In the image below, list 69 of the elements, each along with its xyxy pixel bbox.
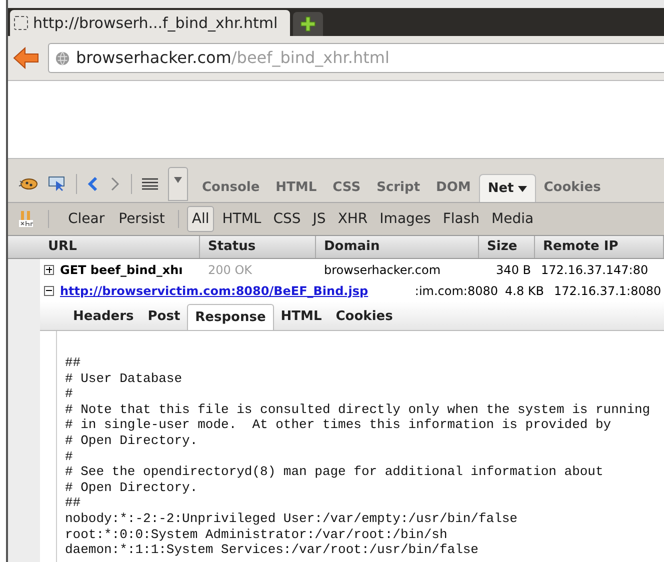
back-button[interactable] bbox=[12, 45, 40, 71]
bug-icon[interactable] bbox=[18, 177, 38, 191]
forward-chevron-icon[interactable] bbox=[109, 176, 121, 192]
menu-icon[interactable] bbox=[142, 178, 158, 190]
request-url: GET beef_bind_xhı bbox=[60, 262, 183, 278]
panel-tab[interactable]: Script bbox=[368, 174, 428, 202]
panel-tab[interactable]: Cookies bbox=[536, 174, 609, 202]
remote-ip-text: 172.16.37.1:8080 bbox=[554, 282, 662, 300]
column-header[interactable]: Remote IP bbox=[535, 236, 664, 258]
domain-text: browserhacker.com bbox=[324, 262, 441, 278]
new-tab-button[interactable] bbox=[293, 12, 323, 36]
filter-button[interactable]: CSS bbox=[269, 206, 305, 232]
code-line: # in single-user mode. At other times this information is provided by bbox=[65, 417, 612, 433]
code-line: root:*:0:0:System Administrator:/var/root:/bin/sh bbox=[65, 526, 448, 542]
globe-icon bbox=[55, 50, 70, 66]
code-line: # Open Directory. bbox=[65, 480, 199, 496]
dropdown-button[interactable] bbox=[168, 167, 188, 201]
remote-ip-text: 172.16.37.147:80 bbox=[541, 262, 648, 278]
request-link[interactable]: http://browservictim.com:8080/BeEF_Bind.jsp bbox=[60, 282, 368, 300]
column-header[interactable]: Size bbox=[479, 236, 535, 258]
panel-tab[interactable]: Console bbox=[194, 174, 268, 202]
code-line: # bbox=[65, 448, 74, 464]
detail-tab[interactable]: Cookies bbox=[328, 304, 400, 330]
code-line: ## bbox=[65, 495, 82, 511]
filter-button[interactable]: XHR bbox=[334, 206, 372, 232]
code-line: # Note that this file is consulted directly only when the system is running bbox=[65, 402, 652, 418]
panel-tab[interactable]: DOM bbox=[428, 174, 479, 202]
panel-tab[interactable]: HTML bbox=[268, 174, 325, 202]
toolbar-button[interactable]: Clear bbox=[63, 208, 110, 230]
filter-button[interactable]: Media bbox=[488, 206, 538, 232]
size-text: 340 B bbox=[496, 262, 531, 278]
detail-tab[interactable]: Headers bbox=[66, 304, 141, 330]
expand-icon[interactable] bbox=[44, 264, 54, 274]
filter-button[interactable]: Flash bbox=[438, 206, 484, 232]
plus-icon bbox=[300, 16, 316, 32]
filter-button[interactable]: Images bbox=[376, 206, 435, 232]
column-header[interactable]: URL bbox=[40, 236, 200, 258]
column-header[interactable]: Status bbox=[200, 236, 316, 258]
url-text: browserhacker.com/beef_bind_xhr.html bbox=[76, 47, 390, 69]
panel-tab[interactable]: Net bbox=[478, 174, 536, 202]
filter-button[interactable]: JS bbox=[308, 206, 330, 232]
inspect-icon[interactable] bbox=[48, 176, 66, 192]
detail-tab[interactable]: HTML bbox=[274, 304, 329, 330]
code-line: # bbox=[65, 386, 74, 402]
domain-text: :im.com:8080 bbox=[414, 282, 498, 300]
back-chevron-icon[interactable] bbox=[87, 176, 99, 192]
browser-tab[interactable]: http://browserh...f_bind_xhr.html bbox=[10, 10, 290, 36]
status-text: 200 OK bbox=[208, 262, 252, 278]
code-line: daemon:*:1:1:System Services:/var/root:/usr/bin/false bbox=[65, 542, 480, 558]
panel-tab[interactable]: CSS bbox=[324, 174, 369, 202]
code-line: # See the opendirectoryd(8) man page for additional information about bbox=[65, 464, 604, 480]
tab-title: http://browserh...f_bind_xhr.html bbox=[33, 12, 278, 34]
address-field[interactable]: browserhacker.com/beef_bind_xhr.html bbox=[48, 43, 664, 73]
page-icon bbox=[14, 16, 28, 30]
code-line: # Open Directory. bbox=[65, 432, 199, 449]
back-arrow-icon bbox=[13, 47, 39, 69]
column-header[interactable]: Domain bbox=[316, 236, 479, 258]
size-text: 4.8 KB bbox=[505, 282, 544, 300]
collapse-icon[interactable] bbox=[44, 286, 54, 296]
detail-tab[interactable]: Response bbox=[187, 304, 274, 330]
code-line: # User Database bbox=[65, 370, 184, 386]
toolbar-button[interactable]: Persist bbox=[114, 208, 170, 230]
xhr-icon[interactable] bbox=[18, 210, 34, 228]
filter-button[interactable]: All bbox=[186, 206, 214, 232]
filter-button[interactable]: HTML bbox=[218, 206, 266, 232]
code-line: nobody:*:-2:-2:Unprivileged User:/var/empty:/usr/bin/false bbox=[65, 510, 518, 527]
code-line: ## bbox=[65, 355, 82, 371]
caret-icon bbox=[173, 176, 183, 184]
detail-tab[interactable]: Post bbox=[140, 304, 188, 330]
